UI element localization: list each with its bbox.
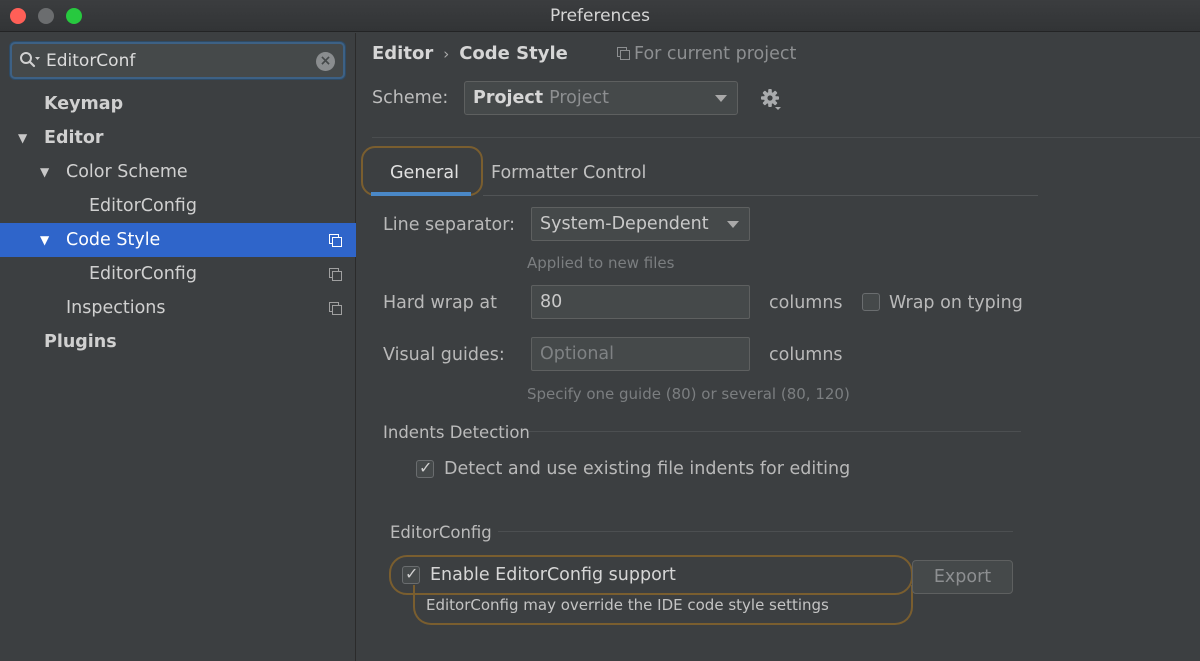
expand-arrow-icon[interactable]: ▼ <box>40 223 49 257</box>
export-button[interactable]: Export <box>912 560 1013 594</box>
title-bar: Preferences <box>0 0 1200 32</box>
expand-arrow-icon[interactable]: ▼ <box>18 121 27 155</box>
detect-indents-checkbox[interactable] <box>416 458 434 478</box>
breadcrumb-separator-icon: › <box>443 45 450 63</box>
sidebar-item-label: EditorConfig <box>89 264 197 284</box>
sidebar-item-color-scheme-editorconfig[interactable]: EditorConfig <box>0 189 356 223</box>
hard-wrap-input[interactable]: 80 <box>531 285 750 319</box>
visual-guides-label: Visual guides: <box>383 345 505 365</box>
sidebar-item-label: Color Scheme <box>66 162 188 182</box>
breadcrumb-parent: Editor <box>372 43 434 64</box>
sidebar-item-label: Plugins <box>44 332 117 352</box>
sidebar-item-label: Editor <box>44 128 104 148</box>
scope-label: For current project <box>634 44 797 64</box>
project-level-icon <box>329 234 342 247</box>
expand-arrow-icon[interactable]: ▼ <box>40 155 49 189</box>
wrap-on-typing-checkbox[interactable] <box>862 293 880 311</box>
dropdown-arrow-icon <box>715 95 727 102</box>
group-separator <box>529 431 1021 432</box>
line-separator-dropdown[interactable]: System-Dependent <box>531 207 750 241</box>
indents-detection-title: Indents Detection <box>383 423 530 442</box>
project-level-icon <box>329 302 342 315</box>
project-level-icon <box>617 47 630 60</box>
tab-general[interactable]: General <box>390 163 459 183</box>
group-separator <box>498 531 1013 532</box>
clear-search-icon[interactable]: × <box>316 52 335 71</box>
hard-wrap-label: Hard wrap at <box>383 293 497 313</box>
scheme-dropdown[interactable]: Project Project <box>464 81 738 115</box>
scheme-value: Project <box>473 88 544 108</box>
line-separator-value: System-Dependent <box>540 214 709 234</box>
settings-sidebar: × Keymap ▼ Editor ▼ Color Scheme EditorC… <box>0 33 356 661</box>
sidebar-item-code-style-editorconfig[interactable]: EditorConfig <box>0 257 356 291</box>
editorconfig-title: EditorConfig <box>390 523 492 542</box>
project-level-icon <box>329 268 342 281</box>
sidebar-item-plugins[interactable]: Plugins <box>0 325 356 359</box>
dropdown-arrow-icon <box>727 221 739 228</box>
breadcrumb: Editor › Code Style <box>372 43 568 64</box>
hard-wrap-unit: columns <box>769 293 843 313</box>
tab-formatter-control[interactable]: Formatter Control <box>491 163 646 183</box>
window-title: Preferences <box>550 6 650 26</box>
editorconfig-note: EditorConfig may override the IDE code s… <box>426 596 829 614</box>
sidebar-item-code-style[interactable]: ▼ Code Style <box>0 223 356 257</box>
search-icon[interactable] <box>19 51 41 71</box>
detect-indents-label[interactable]: Detect and use existing file indents for… <box>444 459 850 479</box>
selected-tab-indicator <box>371 192 471 196</box>
sidebar-item-label: EditorConfig <box>89 196 197 216</box>
sidebar-item-keymap[interactable]: Keymap <box>0 87 356 121</box>
sidebar-item-inspections[interactable]: Inspections <box>0 291 356 325</box>
settings-search-input[interactable] <box>46 49 306 73</box>
sidebar-item-label: Keymap <box>44 94 124 114</box>
enable-editorconfig-checkbox[interactable] <box>402 564 420 584</box>
scope-indicator: For current project <box>617 44 796 64</box>
enable-editorconfig-label[interactable]: Enable EditorConfig support <box>430 565 676 585</box>
sidebar-item-label: Code Style <box>66 230 161 250</box>
scheme-type: Project <box>549 88 609 108</box>
line-separator-hint: Applied to new files <box>527 254 675 272</box>
visual-guides-input[interactable]: Optional <box>531 337 750 371</box>
visual-guides-hint: Specify one guide (80) or several (80, 1… <box>527 385 850 403</box>
gear-icon[interactable] <box>758 86 784 112</box>
breadcrumb-current: Code Style <box>459 43 568 64</box>
sidebar-item-editor[interactable]: ▼ Editor <box>0 121 356 155</box>
sidebar-item-label: Inspections <box>66 298 166 318</box>
scheme-label: Scheme: <box>372 88 449 108</box>
settings-content: Editor › Code Style For current project Sc… <box>357 33 1200 661</box>
settings-search-box[interactable]: × <box>10 42 345 79</box>
tab-bar-border <box>483 195 1038 196</box>
sidebar-item-color-scheme[interactable]: ▼ Color Scheme <box>0 155 356 189</box>
separator <box>372 137 1200 138</box>
visual-guides-unit: columns <box>769 345 843 365</box>
wrap-on-typing-label[interactable]: Wrap on typing <box>889 293 1023 313</box>
line-separator-label: Line separator: <box>383 215 516 235</box>
